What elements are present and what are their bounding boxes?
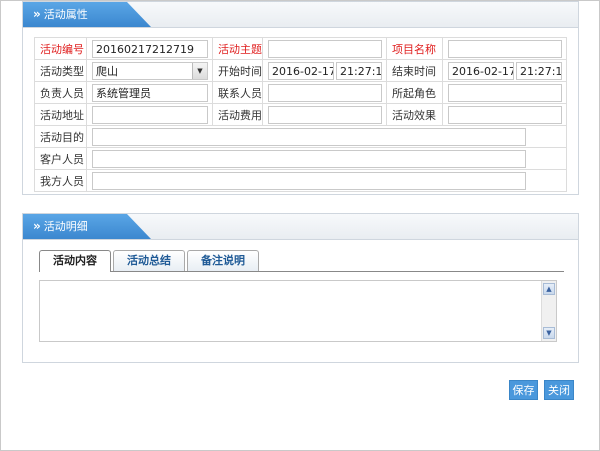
chevron-right-icon: » xyxy=(33,219,41,233)
form-row: 客户人员 xyxy=(34,147,567,170)
form-row: 活动目的 xyxy=(34,125,567,148)
effect-label: 活动效果 xyxy=(386,103,443,126)
purpose-label: 活动目的 xyxy=(34,125,87,148)
chevron-right-icon: » xyxy=(33,7,41,21)
cost-cell xyxy=(262,103,387,126)
subject-input[interactable] xyxy=(268,39,382,58)
detail-panel: » 活动明细 活动内容 活动总结 备注说明 ▲ ▼ xyxy=(22,213,579,363)
project-input[interactable] xyxy=(448,39,562,58)
role-input[interactable] xyxy=(448,83,562,102)
save-button[interactable]: 保存 xyxy=(509,380,538,400)
our-staff-label: 我方人员 xyxy=(34,169,87,192)
client-label: 客户人员 xyxy=(34,147,87,170)
start-date-input[interactable]: 2016-02-17 xyxy=(268,61,334,80)
attribute-form: 活动编号 20160217212719 活动主题 项目名称 活动类型 爬山 ▼ 开… xyxy=(34,37,567,192)
attribute-panel-title: 活动属性 xyxy=(43,8,88,21)
role-cell xyxy=(442,81,567,104)
scroll-up-icon[interactable]: ▲ xyxy=(543,283,555,295)
form-row: 我方人员 xyxy=(34,169,567,192)
chevron-down-icon[interactable]: ▼ xyxy=(192,62,207,79)
owner-label: 负责人员 xyxy=(34,81,87,104)
contact-cell xyxy=(262,81,387,104)
detail-panel-title-tab: » 活动明细 xyxy=(23,214,151,239)
detail-panel-header: » 活动明细 xyxy=(23,214,578,240)
effect-cell xyxy=(442,103,567,126)
activity-no-label: 活动编号 xyxy=(34,37,87,60)
subject-label: 活动主题 xyxy=(212,37,263,60)
attribute-panel-header: » 活动属性 xyxy=(23,2,578,28)
our-staff-cell xyxy=(86,169,567,192)
type-cell: 爬山 ▼ xyxy=(86,59,213,82)
role-label: 所起角色 xyxy=(386,81,443,104)
end-time-cell: 2016-02-1721:27:19 xyxy=(442,59,567,82)
purpose-input[interactable] xyxy=(92,127,526,146)
start-time-cell: 2016-02-1721:27:19 xyxy=(262,59,387,82)
detail-tabs: 活动内容 活动总结 备注说明 xyxy=(39,250,564,272)
tab-activity-summary[interactable]: 活动总结 xyxy=(113,250,185,271)
activity-no-cell: 20160217212719 xyxy=(86,37,213,60)
location-label: 活动地址 xyxy=(34,103,87,126)
end-time-label: 结束时间 xyxy=(386,59,443,82)
purpose-cell xyxy=(86,125,567,148)
attribute-panel: » 活动属性 活动编号 20160217212719 活动主题 项目名称 活动类型… xyxy=(22,1,579,195)
type-select[interactable]: 爬山 ▼ xyxy=(92,61,208,80)
effect-input[interactable] xyxy=(448,105,562,124)
type-label: 活动类型 xyxy=(34,59,87,82)
location-input[interactable] xyxy=(92,105,208,124)
start-time-label: 开始时间 xyxy=(212,59,263,82)
cost-input[interactable] xyxy=(268,105,382,124)
end-date-input[interactable]: 2016-02-17 xyxy=(448,61,514,80)
project-label: 项目名称 xyxy=(386,37,443,60)
location-cell xyxy=(86,103,213,126)
form-row: 负责人员 系统管理员 联系人员 所起角色 xyxy=(34,81,567,104)
tab-remarks[interactable]: 备注说明 xyxy=(187,250,259,271)
cost-label: 活动费用 xyxy=(212,103,263,126)
start-time-input[interactable]: 21:27:19 xyxy=(336,61,382,80)
tab-activity-content[interactable]: 活动内容 xyxy=(39,250,111,272)
form-row: 活动编号 20160217212719 活动主题 项目名称 xyxy=(34,37,567,60)
end-time-input[interactable]: 21:27:19 xyxy=(516,61,562,80)
form-row: 活动类型 爬山▼ 开始时间 2016-02-1721:27:19 结束时间 20… xyxy=(34,59,567,82)
attribute-panel-title-tab: » 活动属性 xyxy=(23,2,151,27)
project-cell xyxy=(442,37,567,60)
client-cell xyxy=(86,147,567,170)
content-textarea[interactable]: ▲ ▼ xyxy=(39,280,557,342)
form-row: 活动地址 活动费用 活动效果 xyxy=(34,103,567,126)
client-input[interactable] xyxy=(92,149,526,168)
contact-label: 联系人员 xyxy=(212,81,263,104)
owner-cell: 系统管理员 xyxy=(86,81,213,104)
contact-input[interactable] xyxy=(268,83,382,102)
owner-input[interactable]: 系统管理员 xyxy=(92,83,208,102)
our-staff-input[interactable] xyxy=(92,171,526,190)
activity-no-input[interactable]: 20160217212719 xyxy=(92,39,208,58)
close-button[interactable]: 关闭 xyxy=(544,380,574,400)
subject-cell xyxy=(262,37,387,60)
detail-panel-title: 活动明细 xyxy=(43,220,88,233)
type-select-value: 爬山 xyxy=(96,64,118,78)
textarea-scrollbar[interactable]: ▲ ▼ xyxy=(541,281,556,341)
scroll-down-icon[interactable]: ▼ xyxy=(543,327,555,339)
